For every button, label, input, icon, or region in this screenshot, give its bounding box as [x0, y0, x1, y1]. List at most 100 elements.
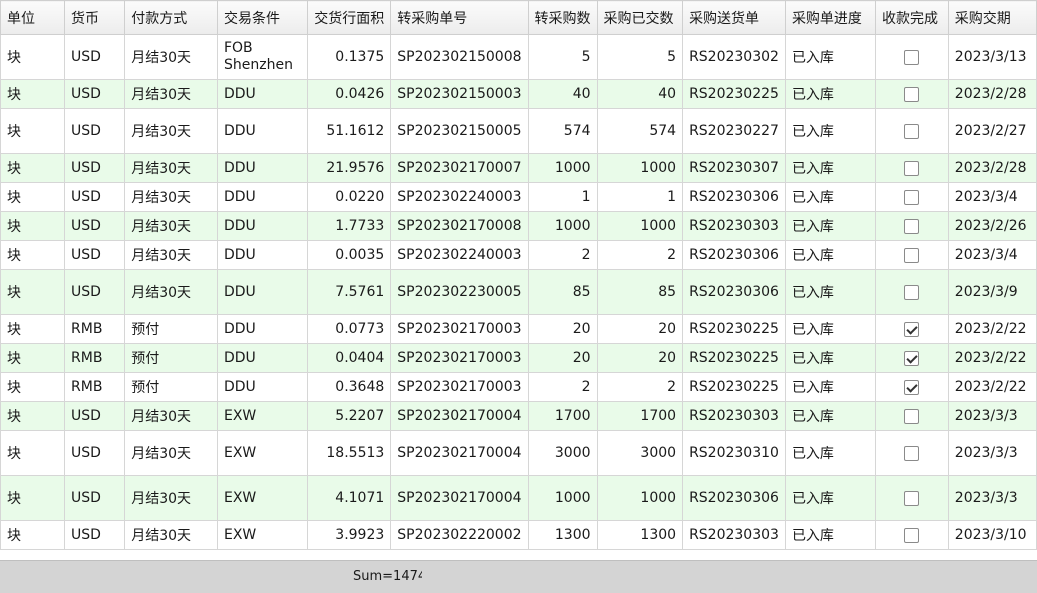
cell-unit[interactable]: 块 — [0, 34, 66, 80]
cell-delivery-note[interactable]: RS20230225 — [682, 372, 786, 402]
cell-delivery-date[interactable]: 2023/3/4 — [947, 182, 1037, 212]
cell-unit[interactable]: 块 — [0, 343, 66, 373]
cell-purchase-order-no[interactable]: SP202302240003 — [390, 240, 529, 270]
cell-trade-terms[interactable]: EXW — [216, 475, 309, 521]
cell-purchase-qty[interactable]: 85 — [527, 269, 598, 315]
table-row[interactable]: 块 USD 月结30天 DDU 7.5761 SP202302230005 85 85 RS20… — [0, 269, 1037, 315]
payment-complete-checkbox[interactable] — [904, 527, 920, 543]
cell-delivery-area[interactable]: 4.1071 — [307, 475, 392, 521]
cell-delivered-qty[interactable]: 1300 — [596, 520, 684, 550]
cell-delivery-date[interactable]: 2023/3/9 — [947, 269, 1037, 315]
cell-payment-method[interactable]: 月结30天 — [124, 430, 218, 476]
cell-currency[interactable]: USD — [64, 430, 126, 476]
cell-payment-method[interactable]: 月结30天 — [124, 211, 218, 241]
cell-delivery-date[interactable]: 2023/3/3 — [947, 401, 1037, 431]
cell-delivery-date[interactable]: 2023/2/22 — [947, 343, 1037, 373]
cell-purchase-qty[interactable]: 3000 — [527, 430, 598, 476]
cell-delivery-date[interactable]: 2023/2/27 — [947, 108, 1037, 154]
cell-order-progress[interactable]: 已入库 — [784, 372, 876, 402]
cell-delivery-area[interactable]: 21.9576 — [307, 153, 392, 183]
cell-unit[interactable]: 块 — [0, 372, 66, 402]
table-row[interactable]: 块 USD 月结30天 DDU 0.0035 SP202302240003 2 2 RS2023… — [0, 240, 1037, 270]
cell-delivery-note[interactable]: RS20230303 — [682, 401, 786, 431]
cell-trade-terms[interactable]: DDU — [216, 343, 309, 373]
table-row[interactable]: 块 USD 月结30天 EXW 18.5513 SP202302170004 3000 300… — [0, 430, 1037, 476]
payment-complete-checkbox[interactable] — [904, 123, 920, 139]
cell-unit[interactable]: 块 — [0, 430, 66, 476]
cell-delivery-area[interactable]: 0.0220 — [307, 182, 392, 212]
cell-purchase-order-no[interactable]: SP202302240003 — [390, 182, 529, 212]
cell-trade-terms[interactable]: DDU — [216, 372, 309, 402]
cell-purchase-order-no[interactable]: SP202302170003 — [390, 314, 529, 344]
column-header-delivery-date[interactable]: 采购交期 — [947, 0, 1037, 35]
column-header-payment-method[interactable]: 付款方式 — [124, 0, 218, 35]
cell-delivered-qty[interactable]: 574 — [596, 108, 684, 154]
cell-trade-terms[interactable]: EXW — [216, 430, 309, 476]
cell-trade-terms[interactable]: DDU — [216, 269, 309, 315]
cell-purchase-qty[interactable]: 1700 — [527, 401, 598, 431]
cell-delivery-area[interactable]: 3.9923 — [307, 520, 392, 550]
cell-delivery-note[interactable]: RS20230227 — [682, 108, 786, 154]
cell-order-progress[interactable]: 已入库 — [784, 240, 876, 270]
cell-unit[interactable]: 块 — [0, 153, 66, 183]
table-row[interactable]: 块 USD 月结30天 FOB Shenzhen 0.1375 SP202302150008… — [0, 34, 1037, 80]
cell-unit[interactable]: 块 — [0, 211, 66, 241]
cell-purchase-qty[interactable]: 1300 — [527, 520, 598, 550]
cell-order-progress[interactable]: 已入库 — [784, 430, 876, 476]
cell-delivered-qty[interactable]: 1000 — [596, 475, 684, 521]
column-header-delivered-qty[interactable]: 采购已交数 — [596, 0, 684, 35]
column-header-delivery-area[interactable]: 交货行面积 — [307, 0, 392, 35]
cell-delivery-date[interactable]: 2023/3/3 — [947, 430, 1037, 476]
column-header-payment-complete[interactable]: 收款完成 — [874, 0, 949, 35]
cell-delivery-date[interactable]: 2023/2/22 — [947, 372, 1037, 402]
cell-unit[interactable]: 块 — [0, 475, 66, 521]
payment-complete-checkbox[interactable] — [904, 408, 920, 424]
cell-payment-method[interactable]: 预付 — [124, 314, 218, 344]
cell-delivery-note[interactable]: RS20230225 — [682, 314, 786, 344]
cell-purchase-order-no[interactable]: SP202302150003 — [390, 79, 529, 109]
cell-currency[interactable]: RMB — [64, 372, 126, 402]
cell-payment-method[interactable]: 月结30天 — [124, 182, 218, 212]
cell-unit[interactable]: 块 — [0, 269, 66, 315]
cell-delivery-note[interactable]: RS20230302 — [682, 34, 786, 80]
cell-delivery-date[interactable]: 2023/2/28 — [947, 153, 1037, 183]
data-grid[interactable]: 单位 货币 付款方式 交易条件 交货行面积 转采购单号 转采购数 采购已交数 采… — [0, 0, 1037, 560]
cell-delivered-qty[interactable]: 1 — [596, 182, 684, 212]
cell-delivery-note[interactable]: RS20230306 — [682, 240, 786, 270]
payment-complete-checkbox[interactable] — [904, 218, 920, 234]
cell-purchase-qty[interactable]: 2 — [527, 240, 598, 270]
column-header-currency[interactable]: 货币 — [64, 0, 126, 35]
payment-complete-checkbox[interactable] — [904, 490, 920, 506]
table-row[interactable]: 块 USD 月结30天 EXW 4.1071 SP202302170004 1000 1000… — [0, 475, 1037, 521]
column-header-purchase-qty[interactable]: 转采购数 — [527, 0, 598, 35]
cell-currency[interactable]: USD — [64, 108, 126, 154]
cell-payment-method[interactable]: 月结30天 — [124, 269, 218, 315]
cell-delivery-note[interactable]: RS20230225 — [682, 79, 786, 109]
cell-delivery-date[interactable]: 2023/3/4 — [947, 240, 1037, 270]
cell-delivery-note[interactable]: RS20230303 — [682, 520, 786, 550]
cell-purchase-order-no[interactable]: SP202302150005 — [390, 108, 529, 154]
cell-purchase-order-no[interactable]: SP202302230005 — [390, 269, 529, 315]
cell-purchase-qty[interactable]: 5 — [527, 34, 598, 80]
cell-order-progress[interactable]: 已入库 — [784, 269, 876, 315]
column-header-trade-terms[interactable]: 交易条件 — [216, 0, 309, 35]
cell-order-progress[interactable]: 已入库 — [784, 79, 876, 109]
cell-delivery-date[interactable]: 2023/2/26 — [947, 211, 1037, 241]
cell-payment-method[interactable]: 月结30天 — [124, 520, 218, 550]
cell-payment-method[interactable]: 月结30天 — [124, 240, 218, 270]
cell-order-progress[interactable]: 已入库 — [784, 343, 876, 373]
cell-currency[interactable]: RMB — [64, 343, 126, 373]
cell-order-progress[interactable]: 已入库 — [784, 401, 876, 431]
cell-delivery-area[interactable]: 7.5761 — [307, 269, 392, 315]
cell-currency[interactable]: USD — [64, 269, 126, 315]
cell-purchase-order-no[interactable]: SP202302170004 — [390, 475, 529, 521]
cell-purchase-qty[interactable]: 1000 — [527, 475, 598, 521]
payment-complete-checkbox[interactable] — [904, 284, 920, 300]
table-row[interactable]: 块 USD 月结30天 DDU 1.7733 SP202302170008 1000 1000… — [0, 211, 1037, 241]
cell-currency[interactable]: USD — [64, 34, 126, 80]
cell-purchase-order-no[interactable]: SP202302170003 — [390, 343, 529, 373]
cell-unit[interactable]: 块 — [0, 182, 66, 212]
cell-delivered-qty[interactable]: 20 — [596, 314, 684, 344]
cell-trade-terms[interactable]: DDU — [216, 314, 309, 344]
cell-order-progress[interactable]: 已入库 — [784, 34, 876, 80]
